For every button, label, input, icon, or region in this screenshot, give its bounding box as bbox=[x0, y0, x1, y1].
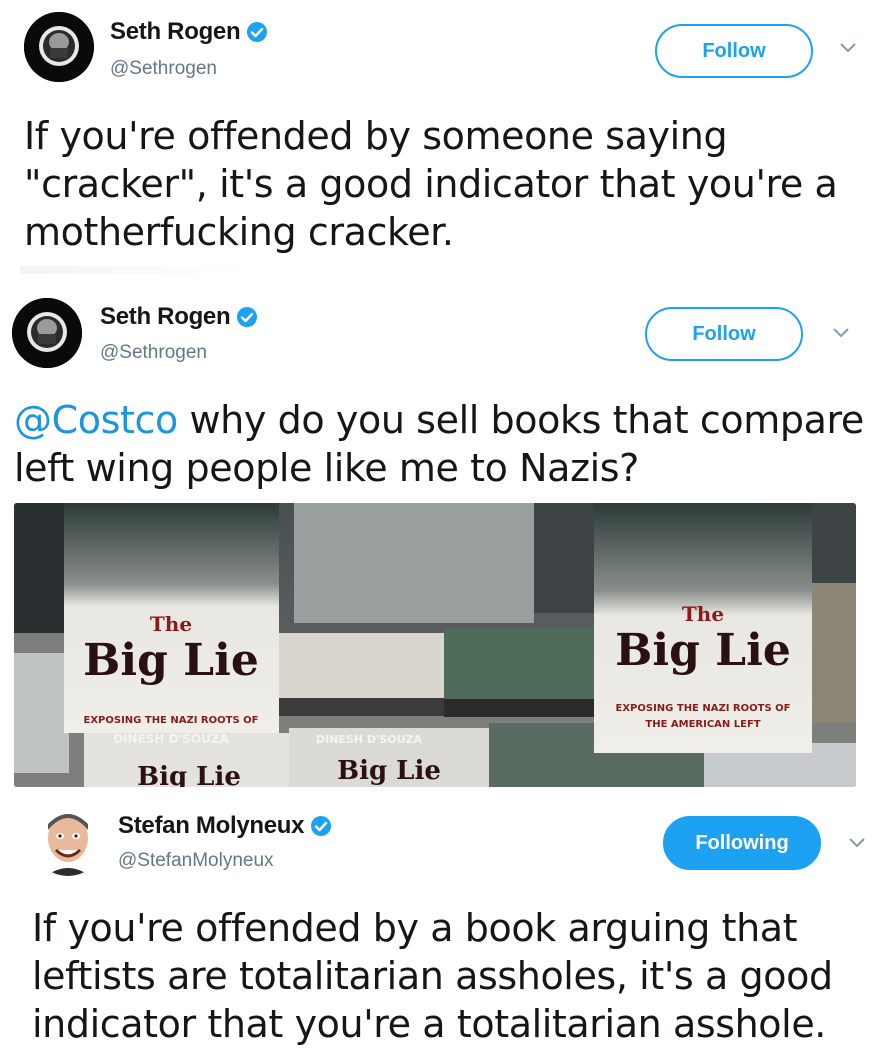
follow-button[interactable]: Follow bbox=[655, 24, 813, 78]
following-button[interactable]: Following bbox=[663, 816, 821, 870]
book-subtitle: THE AMERICAN LEFT bbox=[645, 719, 760, 730]
verified-badge-icon bbox=[311, 816, 332, 836]
book-title: Big Lie bbox=[337, 756, 441, 786]
handle[interactable]: @Sethrogen bbox=[100, 342, 207, 364]
avatar[interactable] bbox=[24, 12, 94, 82]
display-name[interactable]: Stefan Molyneux bbox=[118, 812, 305, 840]
book-title-small: The bbox=[682, 602, 724, 626]
book-title: Big Lie bbox=[137, 762, 241, 787]
follow-button[interactable]: Follow bbox=[645, 307, 803, 361]
book-author: DINESH D'SOUZA bbox=[113, 732, 229, 746]
name-row: Stefan Molyneux bbox=[118, 812, 332, 840]
tweet-text: @Costco why do you sell books that compa… bbox=[14, 396, 864, 492]
tweet-3: Stefan Molyneux @StefanMolyneux Followin… bbox=[0, 790, 882, 1056]
name-row: Seth Rogen bbox=[110, 18, 268, 46]
tweet-text: If you're offended by a book arguing tha… bbox=[32, 906, 833, 1046]
name-row: Seth Rogen bbox=[100, 303, 258, 331]
book-subtitle: EXPOSING THE NAZI ROOTS OF bbox=[616, 703, 791, 714]
tweet-text: If you're offended by someone saying "cr… bbox=[24, 114, 838, 254]
mention-link[interactable]: @Costco bbox=[14, 398, 178, 442]
verified-badge-icon bbox=[247, 22, 268, 42]
tweet-1: Seth Rogen @Sethrogen Follow If you're o… bbox=[0, 0, 882, 290]
tweet-media-image[interactable]: The Big Lie EXPOSING THE NAZI ROOTS OF D… bbox=[14, 503, 856, 787]
divider bbox=[20, 266, 250, 274]
chevron-down-icon[interactable] bbox=[848, 837, 866, 849]
book-title-small: The bbox=[150, 612, 192, 636]
chevron-down-icon[interactable] bbox=[832, 327, 850, 339]
chevron-down-icon[interactable] bbox=[839, 42, 857, 54]
display-name[interactable]: Seth Rogen bbox=[100, 303, 231, 331]
book-author: DINESH D'SOUZA bbox=[316, 733, 423, 746]
avatar[interactable] bbox=[12, 298, 82, 368]
display-name[interactable]: Seth Rogen bbox=[110, 18, 241, 46]
handle[interactable]: @Sethrogen bbox=[110, 58, 217, 80]
avatar[interactable] bbox=[32, 804, 104, 876]
book-title: Big Lie bbox=[83, 635, 259, 686]
book-subtitle: EXPOSING THE NAZI ROOTS OF bbox=[84, 715, 259, 726]
verified-badge-icon bbox=[237, 307, 258, 327]
book-title: Big Lie bbox=[615, 625, 791, 676]
handle[interactable]: @StefanMolyneux bbox=[118, 850, 274, 872]
